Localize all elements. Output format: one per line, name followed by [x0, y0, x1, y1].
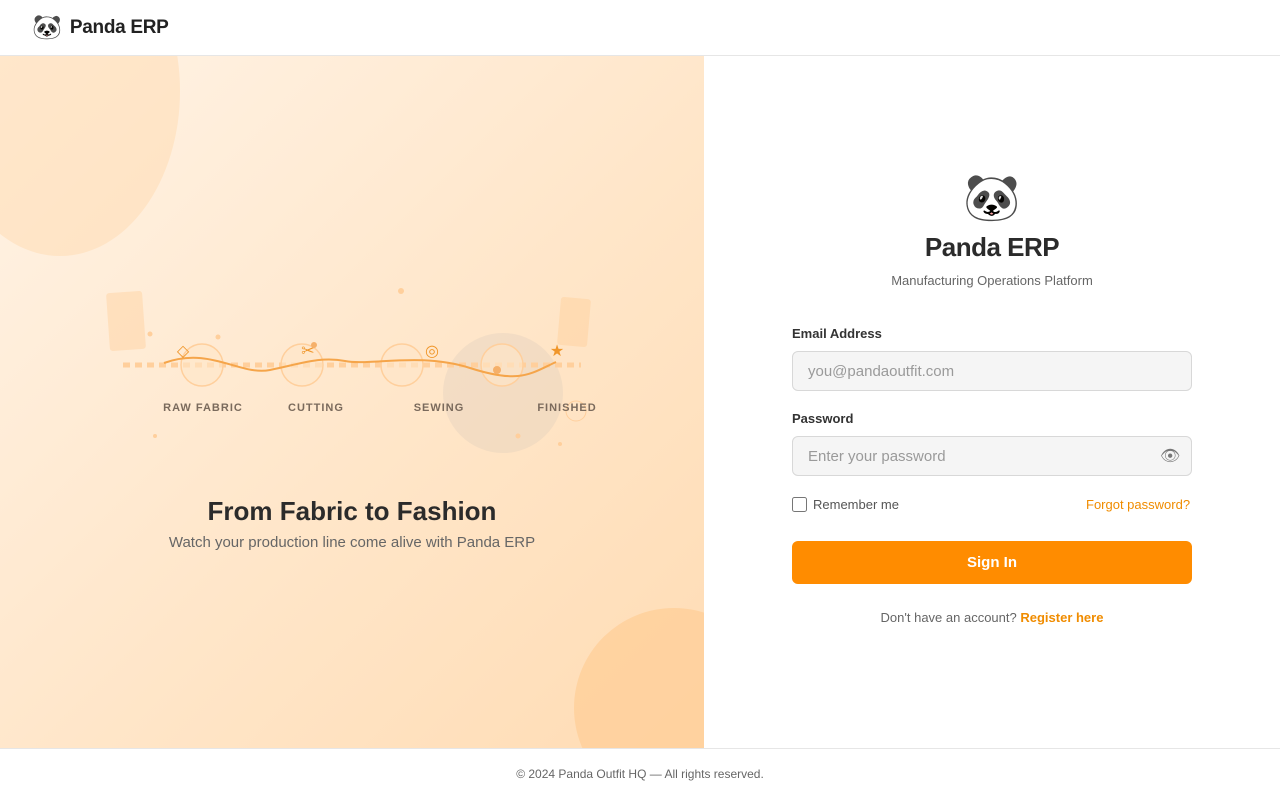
- target-icon: ◎: [425, 343, 439, 360]
- sparkle-dot: [153, 434, 157, 438]
- sparkle-dot: [147, 331, 153, 337]
- panda-logo-icon: 🐼: [32, 13, 62, 41]
- hero-title: From Fabric to Fashion: [207, 496, 497, 526]
- panda-logo-icon: 🐼: [963, 171, 1021, 223]
- brand-name: Panda ERP: [69, 16, 169, 38]
- hero-subtitle: Watch your production line come alive wi…: [168, 534, 536, 551]
- forgot-password-link[interactable]: Forgot password?: [1086, 497, 1190, 512]
- station-sewing: [380, 343, 424, 387]
- step-label-raw-fabric: RAW FABRIC: [163, 402, 243, 414]
- scissors-icon: ✂: [301, 343, 315, 360]
- step-label-sewing: SEWING: [413, 402, 465, 414]
- sparkle-dot: [515, 433, 521, 439]
- station-finished: [480, 343, 524, 387]
- hero-panel: ◇ ✂ ◎ ★ RAW FABRIC CUTTING SEWING FINISH…: [0, 56, 704, 748]
- register-link[interactable]: Register here: [1020, 610, 1103, 625]
- password-label: Password: [792, 411, 854, 426]
- top-bar: 🐼 Panda ERP: [0, 0, 1280, 56]
- email-input[interactable]: [792, 351, 1192, 391]
- email-label: Email Address: [792, 326, 882, 341]
- sparkle-dot: [215, 334, 221, 340]
- footer: © 2024 Panda Outfit HQ — All rights rese…: [0, 748, 1280, 800]
- diamond-icon: ◇: [176, 343, 190, 360]
- thread-dot: [493, 366, 501, 374]
- remember-me[interactable]: Remember me: [792, 497, 899, 512]
- password-input[interactable]: [792, 436, 1192, 476]
- remember-me-label: Remember me: [813, 497, 899, 512]
- step-label-finished: FINISHED: [537, 402, 597, 414]
- eye-icon[interactable]: 👁: [1160, 446, 1180, 466]
- sparkle-dot: [398, 288, 404, 294]
- remember-me-checkbox[interactable]: [792, 497, 807, 512]
- sign-in-button[interactable]: Sign In: [792, 541, 1192, 584]
- copyright-text: © 2024 Panda Outfit HQ — All rights rese…: [516, 767, 764, 781]
- register-prompt: Don't have an account? Register here: [704, 610, 1280, 625]
- step-label-cutting: CUTTING: [288, 402, 344, 414]
- register-prompt-text: Don't have an account?: [880, 610, 1017, 625]
- app-subtitle: Manufacturing Operations Platform: [891, 273, 1093, 288]
- star-icon: ★: [549, 343, 565, 360]
- sparkle-dot: [558, 442, 562, 446]
- login-panel: 🐼 Panda ERP Manufacturing Operations Pla…: [704, 56, 1280, 748]
- app-title: Panda ERP: [924, 232, 1060, 262]
